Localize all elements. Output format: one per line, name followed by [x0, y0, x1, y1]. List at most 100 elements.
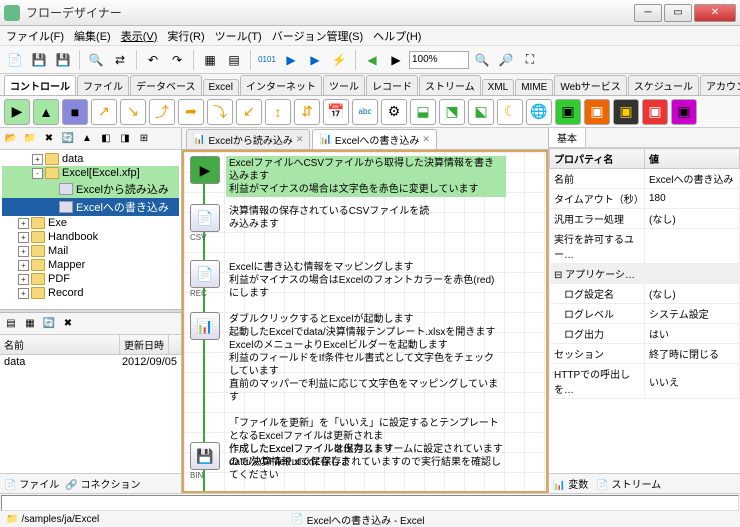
fl-refresh-icon[interactable]: 🔄 [40, 315, 58, 333]
prop-group[interactable]: ⊟ アプリケーシ… [550, 264, 740, 284]
fl-view1-icon[interactable]: ▤ [2, 315, 20, 333]
tree-item[interactable]: Excelへの書き込み [2, 198, 179, 216]
flow-canvas[interactable]: ▶ExcelファイルへCSVファイルから取得した決算情報を書き込みます利益がマイ… [182, 150, 548, 493]
category-tab-6[interactable]: レコード [366, 75, 418, 95]
category-tab-9[interactable]: MIME [515, 79, 553, 95]
category-tab-11[interactable]: スケジュール [628, 75, 699, 95]
node-icon[interactable]: 📄 [190, 260, 220, 288]
canvas-tab[interactable]: 📊Excelから読み込み✕ [186, 129, 310, 149]
menu-view[interactable]: 表示(V) [121, 28, 158, 44]
comp-arrow8-icon[interactable]: ⇵ [294, 99, 320, 125]
grid-button[interactable]: ▦ [199, 49, 221, 71]
back-button[interactable]: ◀ [361, 49, 383, 71]
close-tab-icon[interactable]: ✕ [422, 134, 430, 145]
col-name[interactable]: 名前 [0, 335, 120, 354]
search-button[interactable]: 🔍 [85, 49, 107, 71]
tree-item[interactable]: +Mail [2, 244, 179, 258]
tree-expander-icon[interactable]: + [32, 154, 43, 165]
comp-box4-icon[interactable]: ▣ [642, 99, 668, 125]
project-tree[interactable]: +data-Excel[Excel.xfp]Excelから読み込みExcelへの… [0, 150, 181, 309]
minimize-button[interactable]: ─ [634, 4, 662, 22]
tree-item[interactable]: +Mapper [2, 258, 179, 272]
proj-open-icon[interactable]: 📂 [2, 130, 20, 148]
canvas-tab[interactable]: 📊Excelへの書き込み✕ [312, 129, 436, 149]
saveall-button[interactable]: 💾 [52, 49, 74, 71]
menu-run[interactable]: 実行(R) [167, 28, 204, 44]
step-button[interactable]: ▶ [304, 49, 326, 71]
proj-opt1-icon[interactable]: ◧ [97, 130, 115, 148]
node-icon[interactable]: 📊 [190, 312, 220, 340]
tree-item[interactable]: +Handbook [2, 230, 179, 244]
prop-value[interactable]: 終了時に閉じる [645, 344, 740, 364]
zoomout-button[interactable]: 🔍 [471, 49, 493, 71]
tree-expander-icon[interactable]: - [32, 168, 43, 179]
tree-item[interactable]: -Excel[Excel.xfp] [2, 166, 179, 180]
comp-flow3-icon[interactable]: ⬕ [468, 99, 494, 125]
comp-start-icon[interactable]: ▶ [4, 99, 30, 125]
node-icon[interactable]: ▶ [190, 156, 220, 184]
prop-value[interactable] [645, 229, 740, 264]
prop-value[interactable]: はい [645, 324, 740, 344]
close-button[interactable]: ✕ [694, 4, 736, 22]
node-icon[interactable]: 📄 [190, 204, 220, 232]
tree-item[interactable]: +PDF [2, 272, 179, 286]
tree-item[interactable]: +Record [2, 286, 179, 300]
flash-button[interactable]: ⚡ [328, 49, 350, 71]
zoomin-button[interactable]: 🔎 [495, 49, 517, 71]
menu-help[interactable]: ヘルプ(H) [373, 28, 421, 44]
align-button[interactable]: ▤ [223, 49, 245, 71]
proj-opt2-icon[interactable]: ◨ [116, 130, 134, 148]
flow-node[interactable]: ▶ExcelファイルへCSVファイルから取得した決算情報を書き込みます利益がマイ… [190, 156, 506, 197]
tree-item[interactable]: Excelから読み込み [2, 180, 179, 198]
tree-expander-icon[interactable]: + [18, 260, 29, 271]
col-date[interactable]: 更新日時 [120, 335, 169, 354]
comp-gear-icon[interactable]: ⚙ [381, 99, 407, 125]
maximize-button[interactable]: ▭ [664, 4, 692, 22]
comp-flow1-icon[interactable]: ⬓ [410, 99, 436, 125]
proj-opt3-icon[interactable]: ⊞ [135, 130, 153, 148]
comp-arrow1-icon[interactable]: ↗ [91, 99, 117, 125]
comp-box2-icon[interactable]: ▣ [584, 99, 610, 125]
tree-expander-icon[interactable]: + [18, 232, 29, 243]
comp-arrow7-icon[interactable]: ↕ [265, 99, 291, 125]
tab-variables[interactable]: 📊 変数 [553, 476, 588, 491]
category-tab-4[interactable]: インターネット [240, 75, 322, 95]
prop-value[interactable]: システム設定 [645, 304, 740, 324]
run-button[interactable]: ▶ [280, 49, 302, 71]
proj-refresh-icon[interactable]: 🔄 [59, 130, 77, 148]
close-tab-icon[interactable]: ✕ [296, 134, 304, 145]
category-tab-0[interactable]: コントロール [4, 75, 76, 95]
node-icon[interactable]: 💾 [190, 442, 220, 470]
fit-button[interactable]: ⛶ [519, 49, 541, 71]
comp-arrow5-icon[interactable]: ⤵ [207, 99, 233, 125]
property-grid[interactable]: プロパティ名値 名前Excelへの書き込みタイムアウト（秒）180汎用エラー処理… [549, 148, 740, 473]
tab-stream[interactable]: 📄 ストリーム [596, 476, 661, 491]
tree-expander-icon[interactable]: + [18, 274, 29, 285]
prop-value[interactable]: Excelへの書き込み [645, 169, 740, 189]
comp-flow2-icon[interactable]: ⬔ [439, 99, 465, 125]
comp-globe-icon[interactable]: 🌐 [526, 99, 552, 125]
flow-node[interactable]: 📄RECExcelに書き込む情報をマッピングします利益がマイナスの場合はExce… [190, 260, 506, 301]
tab-basic[interactable]: 基本 [549, 128, 586, 147]
zoom-input[interactable] [409, 51, 469, 69]
fl-view2-icon[interactable]: ▦ [21, 315, 39, 333]
toggle-button[interactable]: ⇄ [109, 49, 131, 71]
forward-button[interactable]: ▶ [385, 49, 407, 71]
tree-expander-icon[interactable]: + [18, 218, 29, 229]
category-tab-8[interactable]: XML [482, 79, 515, 95]
comp-arrow2-icon[interactable]: ↘ [120, 99, 146, 125]
flow-node[interactable]: 💾BIN作成したExcelファイルを保存しますdata/決算情報.xlsxに保存… [190, 442, 506, 483]
comp-arrow6-icon[interactable]: ↙ [236, 99, 262, 125]
proj-del-icon[interactable]: ✖ [40, 130, 58, 148]
undo-button[interactable]: ↶ [142, 49, 164, 71]
category-tab-3[interactable]: Excel [203, 79, 239, 95]
menu-tool[interactable]: ツール(T) [215, 28, 262, 44]
tree-expander-icon[interactable]: + [18, 288, 29, 299]
filelist-row[interactable]: data 2012/09/05 [0, 355, 181, 369]
proj-up-icon[interactable]: ▲ [78, 130, 96, 148]
tree-expander-icon[interactable]: + [18, 246, 29, 257]
prop-value[interactable]: 180 [645, 189, 740, 209]
tree-item[interactable]: +data [2, 152, 179, 166]
proj-new-icon[interactable]: 📁 [21, 130, 39, 148]
tab-connection[interactable]: 🔗 コネクション [65, 476, 140, 491]
